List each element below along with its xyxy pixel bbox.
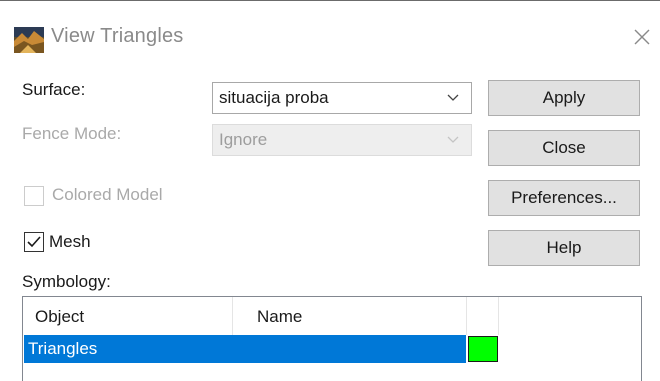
surface-label: Surface:	[22, 80, 86, 99]
fence-mode-dropdown-value: Ignore	[219, 130, 268, 149]
column-divider	[498, 297, 499, 335]
landscape-app-icon	[14, 27, 44, 53]
mesh-label: Mesh	[49, 232, 91, 251]
help-button[interactable]: Help	[488, 230, 640, 266]
column-divider	[466, 297, 467, 335]
column-divider	[232, 297, 233, 335]
table-row-triangles[interactable]: Triangles	[24, 335, 466, 363]
preferences-button[interactable]: Preferences...	[488, 180, 640, 216]
fence-mode-label: Fence Mode:	[22, 124, 122, 143]
checkmark-icon	[27, 236, 41, 248]
fence-mode-dropdown[interactable]: Ignore	[212, 124, 472, 156]
view-triangles-dialog: View Triangles Surface: situacija proba …	[0, 0, 660, 381]
column-header-object[interactable]: Object	[35, 297, 84, 335]
close-icon[interactable]	[632, 27, 652, 47]
mesh-checkbox[interactable]	[24, 232, 44, 252]
title-bar: View Triangles	[0, 1, 660, 53]
colored-model-label: Colored Model	[52, 185, 163, 204]
chevron-down-icon	[447, 136, 459, 143]
surface-dropdown-value: situacija proba	[219, 88, 329, 107]
row-object-cell: Triangles	[28, 339, 98, 358]
surface-dropdown[interactable]: situacija proba	[212, 82, 472, 114]
symbology-label: Symbology:	[22, 272, 111, 291]
close-button[interactable]: Close	[488, 130, 640, 166]
window-title: View Triangles	[51, 25, 184, 47]
column-header-name[interactable]: Name	[257, 297, 302, 335]
color-swatch[interactable]	[468, 336, 498, 362]
chevron-down-icon	[447, 94, 459, 101]
colored-model-checkbox[interactable]	[24, 186, 44, 206]
symbology-table: Object Name Triangles	[22, 296, 642, 381]
apply-button[interactable]: Apply	[488, 80, 640, 116]
